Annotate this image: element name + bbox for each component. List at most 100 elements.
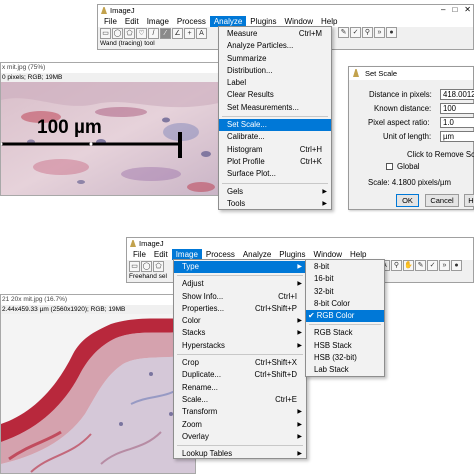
polygon-icon[interactable]: ⬠ (124, 27, 135, 39)
freehand-icon[interactable]: ♡ (136, 27, 147, 39)
menu-item-type[interactable]: Type ▶ (174, 261, 306, 274)
eyedropper-icon[interactable]: ✎ (338, 27, 349, 38)
menu-item-label[interactable]: Label (219, 77, 331, 89)
zoom-icon[interactable]: ⚲ (391, 260, 402, 271)
bottom-window-title: ImageJ (139, 239, 164, 248)
wand-icon[interactable]: ⁄ (160, 27, 171, 39)
image-menu: Type ▶ Adjust ▶ Show Info... Ctrl+I Propert… (173, 259, 307, 459)
menu-item-tools[interactable]: Tools ▶ (219, 198, 331, 210)
rectangle-icon[interactable]: ▭ (100, 27, 111, 39)
menu-item-crop[interactable]: Crop Ctrl+Shift+X (174, 357, 306, 369)
menu-edit[interactable]: Edit (121, 16, 143, 27)
menu-item-clear-results[interactable]: Clear Results (219, 89, 331, 101)
menu-item-scale[interactable]: Scale... Ctrl+E (174, 394, 306, 406)
menu-separator (177, 275, 303, 277)
more-tools-icon[interactable]: » (439, 260, 450, 271)
scale-bar-label: 100 µm (37, 117, 102, 138)
menu-file[interactable]: File (129, 249, 150, 260)
menu-item-plot-profile[interactable]: Plot Profile Ctrl+K (219, 156, 331, 168)
menu-item-rgb-color[interactable]: ✔ RGB Color (306, 310, 384, 323)
aspect-ratio-label: Pixel aspect ratio: (368, 118, 430, 127)
unit-input[interactable]: µm (440, 131, 474, 142)
menu-item-calibrate[interactable]: Calibrate... (219, 131, 331, 143)
line-icon[interactable]: / (148, 27, 159, 39)
known-distance-label: Known distance: (374, 104, 432, 113)
distance-label: Distance in pixels: (369, 90, 432, 99)
top-window-title: ImageJ (110, 6, 135, 15)
menu-image[interactable]: Image (143, 16, 173, 27)
menu-item-duplicate[interactable]: Duplicate... Ctrl+Shift+D (174, 369, 306, 381)
menu-item-hsb-stack[interactable]: HSB Stack (306, 340, 384, 352)
set-scale-dialog: Set Scale Distance in pixels: 418.0012 K… (348, 66, 474, 210)
rectangle-icon[interactable]: ▭ (129, 260, 140, 272)
menu-item-analyze-particles[interactable]: Analyze Particles... (219, 40, 331, 52)
menu-item-gels[interactable]: Gels ▶ (219, 186, 331, 198)
hand-icon[interactable]: ✋ (403, 260, 414, 271)
bottom-tissue-image[interactable] (1, 314, 196, 474)
menu-process[interactable]: Process (173, 16, 210, 27)
ok-button[interactable]: OK (396, 194, 419, 207)
close-button[interactable]: ✕ (464, 5, 471, 14)
brush-icon[interactable]: ✓ (350, 27, 361, 38)
chevron-right-icon: ▶ (297, 409, 302, 416)
menu-item-16-bit[interactable]: 16-bit (306, 273, 384, 285)
menu-item-set-scale[interactable]: Set Scale... (219, 119, 331, 132)
menu-item-rgb-stack[interactable]: RGB Stack (306, 327, 384, 339)
menu-item-stacks[interactable]: Stacks ▶ (174, 327, 306, 339)
menu-item-surface-plot[interactable]: Surface Plot... (219, 168, 331, 180)
menu-item-lab-stack[interactable]: Lab Stack (306, 364, 384, 376)
menu-separator (222, 116, 328, 118)
brush-icon[interactable]: ✓ (427, 260, 438, 271)
minimize-button[interactable]: – (441, 5, 445, 14)
point-icon[interactable]: + (184, 27, 195, 39)
checkmark-icon: ✔ (308, 311, 317, 321)
eyedropper-icon[interactable]: ✎ (415, 260, 426, 271)
oval-icon[interactable]: ◯ (112, 27, 123, 39)
menu-item-set-measurements[interactable]: Set Measurements... (219, 102, 331, 114)
more-tools-icon[interactable]: » (374, 27, 385, 38)
menu-item-lookup-tables[interactable]: Lookup Tables ▶ (174, 448, 306, 460)
menu-separator (309, 324, 381, 326)
color-picker-icon[interactable]: ● (451, 260, 462, 271)
oval-icon[interactable]: ◯ (141, 260, 152, 272)
color-picker-icon[interactable]: ● (386, 27, 397, 38)
cancel-button[interactable]: Cancel (425, 194, 459, 207)
menu-item-color[interactable]: Color ▶ (174, 315, 306, 327)
top-tissue-image[interactable] (1, 82, 222, 196)
polygon-icon[interactable]: ⬠ (153, 260, 164, 272)
chevron-right-icon: ▶ (322, 188, 327, 195)
angle-icon[interactable]: ∠ (172, 27, 183, 39)
remove-scale-link[interactable]: Click to Remove Sc (407, 150, 474, 159)
text-icon[interactable]: A (196, 27, 207, 39)
menu-item-summarize[interactable]: Summarize (219, 53, 331, 65)
help-button[interactable]: H (464, 194, 474, 207)
menu-item-8-bit[interactable]: 8-bit (306, 261, 384, 273)
menu-item-8-bit-color[interactable]: 8-bit Color (306, 298, 384, 310)
chevron-right-icon: ▶ (322, 200, 327, 207)
menu-file[interactable]: File (100, 16, 121, 27)
menu-item-zoom[interactable]: Zoom ▶ (174, 419, 306, 431)
distance-input[interactable]: 418.0012 (440, 89, 474, 100)
chevron-right-icon: ▶ (297, 342, 302, 349)
menu-item-histogram[interactable]: Histogram Ctrl+H (219, 144, 331, 156)
flood-fill-icon[interactable]: ⚲ (362, 27, 373, 38)
imagej-icon (101, 7, 107, 14)
menu-item-32-bit[interactable]: 32-bit (306, 286, 384, 298)
menu-item-hsb-32-bit[interactable]: HSB (32-bit) (306, 352, 384, 364)
menu-item-distribution[interactable]: Distribution... (219, 65, 331, 77)
aspect-ratio-input[interactable]: 1.0 (440, 117, 474, 128)
menu-item-measure[interactable]: Measure Ctrl+M (219, 28, 331, 40)
menu-edit[interactable]: Edit (150, 249, 172, 260)
menu-item-properties[interactable]: Properties... Ctrl+Shift+P (174, 303, 306, 315)
menu-item-show-info[interactable]: Show Info... Ctrl+I (174, 291, 306, 303)
menu-item-rename[interactable]: Rename... (174, 382, 306, 394)
maximize-button[interactable]: □ (452, 5, 457, 14)
menu-item-adjust[interactable]: Adjust ▶ (174, 278, 306, 290)
menu-item-hyperstacks[interactable]: Hyperstacks ▶ (174, 340, 306, 352)
menu-item-overlay[interactable]: Overlay ▶ (174, 431, 306, 443)
menu-item-transform[interactable]: Transform ▶ (174, 406, 306, 418)
known-distance-input[interactable]: 100 (440, 103, 474, 114)
unit-label: Unit of length: (383, 132, 432, 141)
top-toolbar-right: ✎ ✓ ⚲ » ● (338, 27, 397, 38)
global-checkbox[interactable] (386, 163, 393, 170)
